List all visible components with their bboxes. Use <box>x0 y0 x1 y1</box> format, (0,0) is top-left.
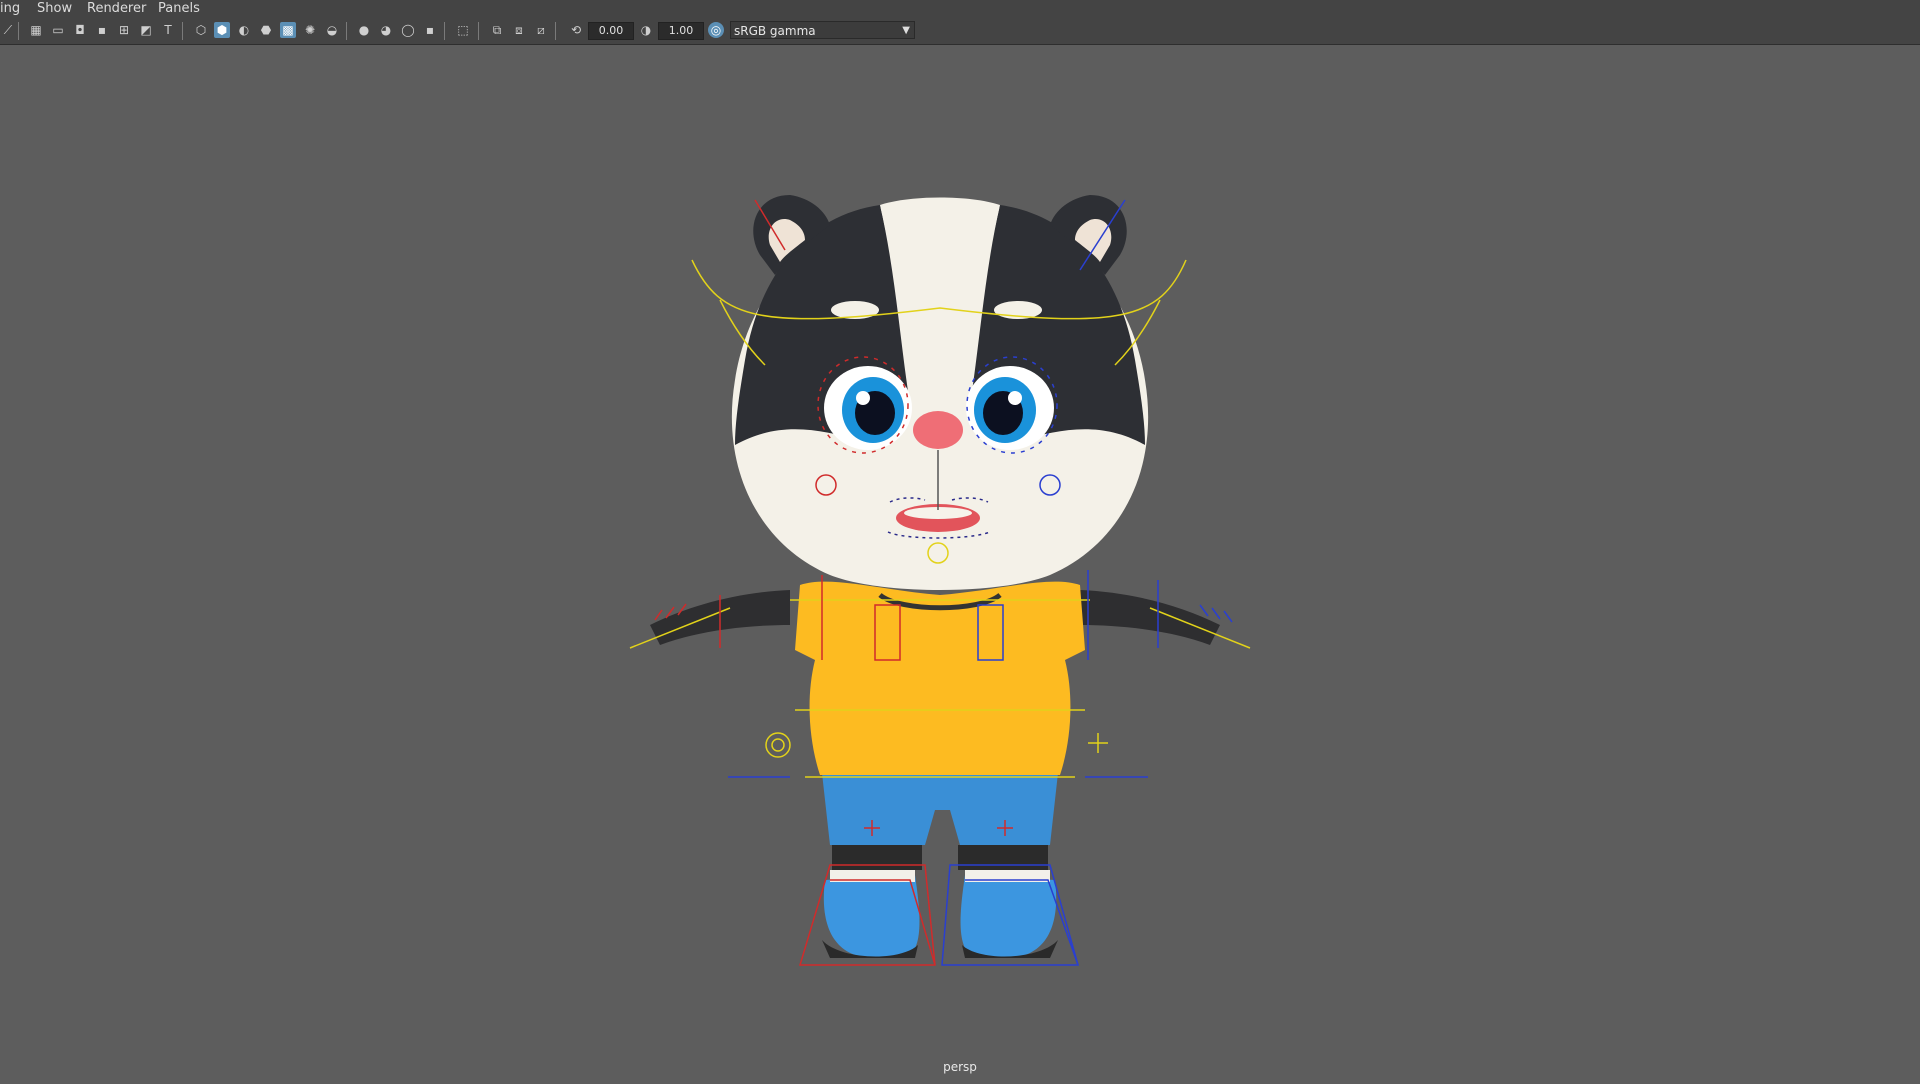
toolbar-separator <box>18 22 19 40</box>
menu-item-renderer[interactable]: Renderer <box>87 1 146 16</box>
view-transform-value: sRGB gamma <box>734 24 816 38</box>
view-transform-dropdown[interactable]: sRGB gamma ▼ <box>730 21 915 39</box>
xray-components-icon[interactable]: ⧄ <box>533 22 549 38</box>
screen-space-ao-icon[interactable]: ● <box>356 22 372 38</box>
toolbar-separator <box>182 22 183 40</box>
anti-aliasing-icon[interactable]: ◯ <box>400 22 416 38</box>
default-material-icon[interactable]: ◐ <box>236 22 252 38</box>
toolbar-separator <box>444 22 445 40</box>
toolbar-separator <box>555 22 556 40</box>
use-lights-icon[interactable]: ✺ <box>302 22 318 38</box>
select-camera-icon[interactable]: ⟋ <box>0 22 16 38</box>
exposure-icon[interactable]: ⟲ <box>568 22 584 38</box>
safe-title-icon[interactable]: T <box>160 22 176 38</box>
camera-label: persp <box>943 1060 977 1074</box>
chevron-down-icon: ▼ <box>902 25 910 36</box>
isolate-select-icon[interactable]: ⬚ <box>455 22 471 38</box>
grid-icon[interactable]: ▦ <box>28 22 44 38</box>
wireframe-icon[interactable]: ⬡ <box>193 22 209 38</box>
viewport-3d[interactable] <box>0 45 1920 1080</box>
toolbar-separator <box>478 22 479 40</box>
gamma-icon[interactable]: ◑ <box>638 22 654 38</box>
wireframe-on-shaded-icon[interactable]: ⬣ <box>258 22 274 38</box>
toolbar-separator <box>346 22 347 40</box>
menu-item-lighting[interactable]: ing <box>0 1 20 16</box>
shadows-icon[interactable]: ◒ <box>324 22 340 38</box>
color-management-icon[interactable]: ◎ <box>708 22 724 38</box>
exposure-field[interactable]: 0.00 <box>588 22 634 40</box>
menu-bar: ing Show Renderer Panels <box>0 0 1920 18</box>
depth-of-field-icon[interactable]: ▪ <box>422 22 438 38</box>
safe-action-icon[interactable]: ◩ <box>138 22 154 38</box>
character-model[interactable] <box>650 195 1220 958</box>
textured-icon[interactable]: ▩ <box>280 22 296 38</box>
smooth-shade-icon[interactable]: ⬢ <box>214 22 230 38</box>
gate-mask-icon[interactable]: ▪ <box>94 22 110 38</box>
menu-item-show[interactable]: Show <box>37 1 72 16</box>
motion-blur-icon[interactable]: ◕ <box>378 22 394 38</box>
scene-render <box>629 195 1251 966</box>
field-chart-icon[interactable]: ⊞ <box>116 22 132 38</box>
menu-item-panels[interactable]: Panels <box>158 1 200 16</box>
xray-icon[interactable]: ⧉ <box>489 22 505 38</box>
xray-joints-icon[interactable]: ⧈ <box>511 22 527 38</box>
gamma-field[interactable]: 1.00 <box>658 22 704 40</box>
film-gate-icon[interactable]: ▭ <box>50 22 66 38</box>
resolution-gate-icon[interactable]: ◘ <box>72 22 88 38</box>
panel-toolbar: ⟋ ▦ ▭ ◘ ▪ ⊞ ◩ T ⬡ ⬢ ◐ ⬣ ▩ ✺ ◒ ● ◕ ◯ ▪ ⬚ … <box>0 18 1920 45</box>
